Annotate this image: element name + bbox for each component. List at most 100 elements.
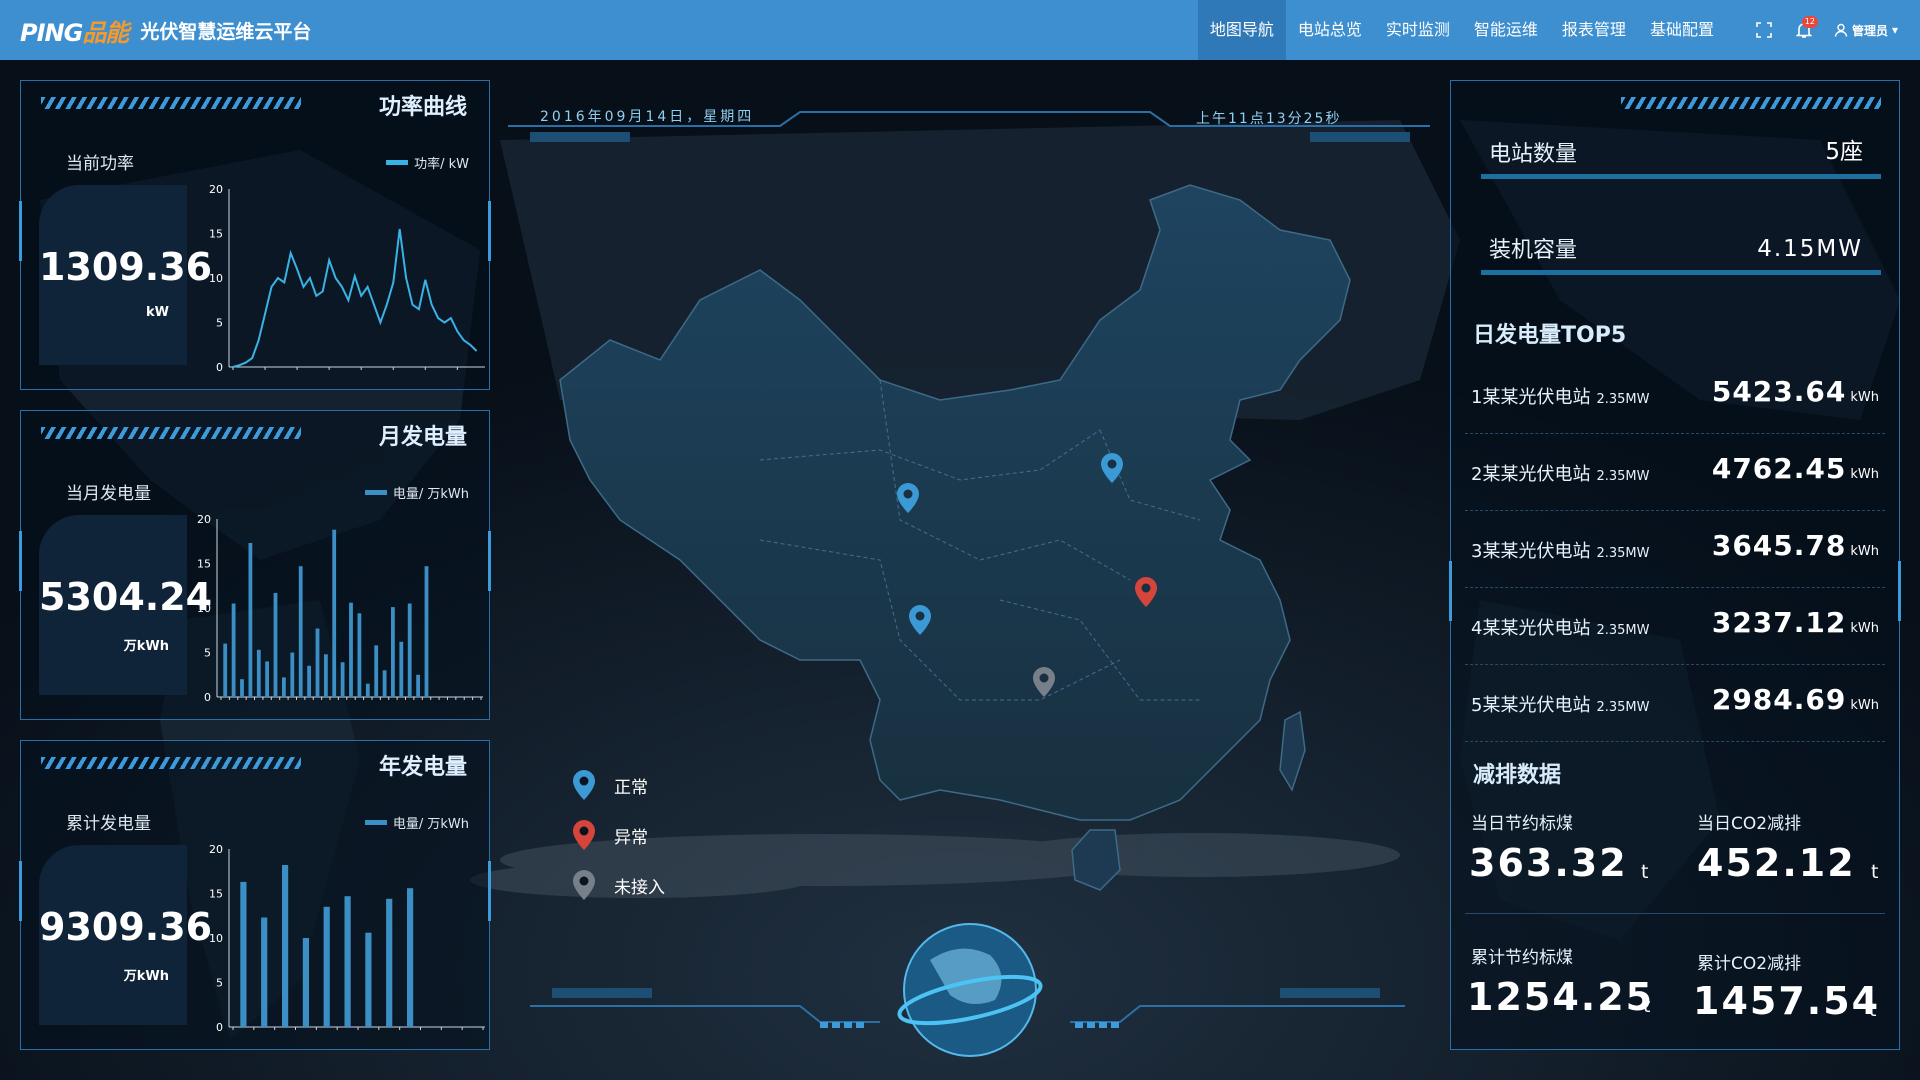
y-tick-label: 20 <box>209 183 223 196</box>
decor-stripe <box>1621 97 1881 109</box>
bell-icon[interactable]: 12 <box>1784 0 1824 60</box>
emission-label: 累计节约标煤 <box>1471 948 1573 968</box>
notification-badge: 12 <box>1801 16 1818 28</box>
nav-realtime[interactable]: 实时监测 <box>1374 0 1462 60</box>
kpi-unit: 万kWh <box>123 639 169 654</box>
station-marker[interactable] <box>896 482 920 514</box>
bar <box>382 670 387 697</box>
nav-config[interactable]: 基础配置 <box>1638 0 1726 60</box>
station-marker[interactable] <box>908 604 932 636</box>
bar <box>282 677 286 697</box>
logo[interactable]: PING品能 光伏智慧运维云平台 <box>20 0 311 60</box>
panel-title: 年发电量 <box>378 755 467 780</box>
nav-overview[interactable]: 电站总览 <box>1286 0 1374 60</box>
kpi-value: 1309.36 <box>39 245 213 289</box>
bar <box>315 628 320 697</box>
y-tick-label: 0 <box>216 361 223 374</box>
power-panel: 功率曲线 当前功率 1309.36 kW 功率/ kW 0 5 10 15 20 <box>19 80 491 390</box>
map-pin-icon <box>1101 453 1123 483</box>
station-count: 5座 <box>1825 139 1863 165</box>
legend-normal: 正常 <box>572 760 665 810</box>
y-tick-label: 10 <box>209 272 223 285</box>
power-series-line <box>232 228 478 368</box>
emission-label: 当日CO2减排 <box>1697 814 1802 834</box>
top-navbar: PING品能 光伏智慧运维云平台 地图导航 电站总览 实时监测 智能运维 报表管… <box>0 0 1920 60</box>
panel-title: 月发电量 <box>378 425 467 450</box>
user-label: 管理员 <box>1851 23 1888 38</box>
capacity-row: 装机容量 4.15MW <box>1481 223 1881 275</box>
station-marker[interactable] <box>1134 576 1158 608</box>
current-time: 上午11点13分25秒 <box>1196 111 1342 127</box>
bar <box>386 898 393 1027</box>
main-nav: 地图导航 电站总览 实时监测 智能运维 报表管理 基础配置 12 管理员 ▾ <box>1197 0 1920 60</box>
bar <box>256 649 261 697</box>
capacity: 4.15MW <box>1757 236 1863 262</box>
emission-value: 452.12 <box>1697 841 1856 885</box>
top5-item[interactable]: 4某某光伏电站 2.35MW 3237.12 kWh <box>1465 588 1885 665</box>
bar <box>344 896 351 1027</box>
bar <box>332 529 337 697</box>
bar <box>399 641 404 697</box>
user-icon <box>1834 23 1848 37</box>
bar <box>407 603 412 697</box>
bar <box>424 566 429 697</box>
bar <box>290 652 295 697</box>
bar <box>282 865 289 1027</box>
bar <box>240 881 247 1027</box>
bar <box>374 645 379 697</box>
top5-item[interactable]: 2某某光伏电站 2.35MW 4762.45 kWh <box>1465 434 1885 511</box>
map-pin-icon <box>1135 577 1157 607</box>
fullscreen-icon[interactable] <box>1744 0 1784 60</box>
station-marker[interactable] <box>1032 666 1056 698</box>
legend-offline: 未接入 <box>572 860 665 910</box>
panel-title: 功率曲线 <box>378 95 467 120</box>
kpi-unit: 万kWh <box>123 969 169 984</box>
map-pin-icon <box>573 770 595 800</box>
current-date: 2016年09月14日，星期四 <box>540 109 755 125</box>
bar <box>349 602 353 697</box>
month-panel: 月发电量 当月发电量 5304.24 万kWh 电量/ 万kWh 0 5 10 15 2… <box>19 410 491 720</box>
emission-label: 累计CO2减排 <box>1697 954 1802 974</box>
bar <box>307 665 311 697</box>
kpi-unit: kW <box>146 305 169 320</box>
year-bar-chart: 0 5 10 15 20 <box>209 843 485 1034</box>
y-tick-label: 0 <box>216 1021 223 1034</box>
nav-maintenance[interactable]: 智能运维 <box>1462 0 1550 60</box>
power-line-chart: 0 5 10 15 20 <box>209 183 485 374</box>
y-tick-label: 5 <box>204 647 211 660</box>
bar <box>357 613 362 697</box>
y-tick-label: 10 <box>209 932 223 945</box>
top5-item[interactable]: 1某某光伏电站 2.35MW 5423.64 kWh <box>1465 357 1885 434</box>
map-pin-icon <box>1033 667 1055 697</box>
y-tick-label: 5 <box>216 317 223 330</box>
user-menu[interactable]: 管理员 ▾ <box>1824 22 1920 39</box>
bar <box>231 603 236 697</box>
station-count-row: 电站数量 5座 <box>1481 127 1881 179</box>
month-bar-chart: 0 5 10 15 20 <box>197 513 483 704</box>
station-marker[interactable] <box>1100 452 1124 484</box>
bar <box>273 592 278 697</box>
bar <box>365 932 372 1027</box>
kpi-label: 当月发电量 <box>66 484 151 504</box>
bar <box>240 679 244 697</box>
bar <box>340 662 345 697</box>
nav-map[interactable]: 地图导航 <box>1197 0 1286 60</box>
y-tick-label: 20 <box>209 843 223 856</box>
top5-item[interactable]: 3某某光伏电站 2.35MW 3645.78 kWh <box>1465 511 1885 588</box>
chart-legend: 功率/ kW <box>386 153 469 172</box>
y-tick-label: 15 <box>209 888 223 901</box>
emission-value: 363.32 <box>1469 841 1628 885</box>
bar <box>223 643 228 697</box>
y-tick-label: 5 <box>216 977 223 990</box>
bar <box>298 566 303 697</box>
top5-item[interactable]: 5某某光伏电站 2.35MW 2984.69 kWh <box>1465 665 1885 742</box>
y-tick-label: 10 <box>197 602 211 615</box>
summary-panel: 电站数量 5座 装机容量 4.15MW 日发电量TOP5 1某某光伏电站 2.35… <box>1449 80 1901 1050</box>
bar <box>416 674 420 698</box>
y-tick-label: 0 <box>204 691 211 704</box>
kpi-value: 9309.36 <box>39 905 213 949</box>
map-pin-icon <box>573 870 595 900</box>
nav-reports[interactable]: 报表管理 <box>1550 0 1638 60</box>
map-pin-icon <box>909 605 931 635</box>
bar <box>248 543 253 697</box>
